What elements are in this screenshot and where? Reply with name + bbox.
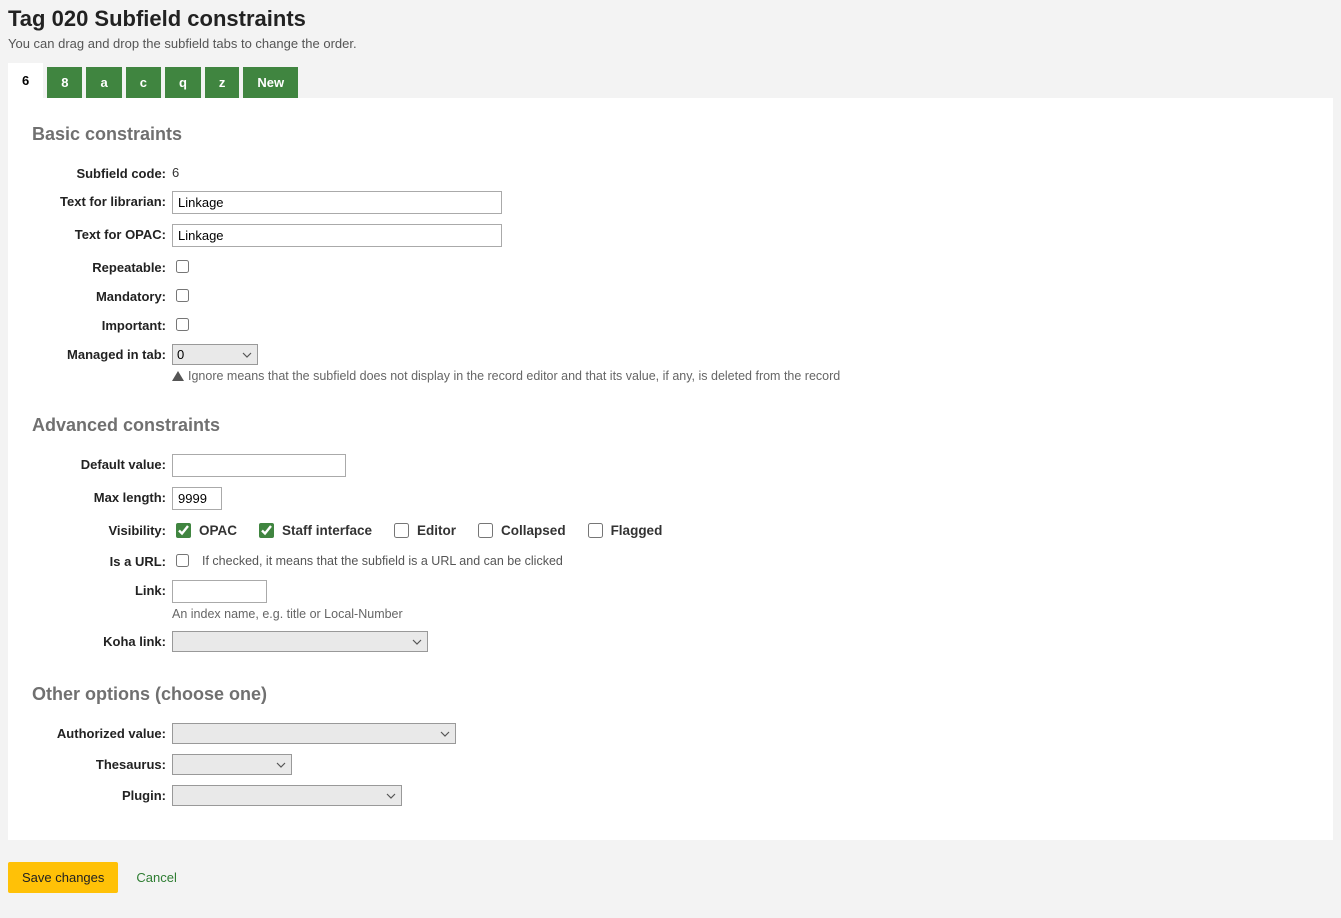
section-basic-title: Basic constraints xyxy=(32,124,1309,145)
thesaurus-select[interactable] xyxy=(172,754,292,775)
visibility-editor-checkbox[interactable] xyxy=(394,523,409,538)
subfield-code-label: Subfield code: xyxy=(32,163,172,181)
default-value-label: Default value: xyxy=(32,454,172,472)
managed-tab-select[interactable]: 0 xyxy=(172,344,258,365)
managed-tab-label: Managed in tab: xyxy=(32,344,172,362)
repeatable-label: Repeatable: xyxy=(32,257,172,275)
important-label: Important: xyxy=(32,315,172,333)
link-label: Link: xyxy=(32,580,172,598)
page-title: Tag 020 Subfield constraints xyxy=(8,6,1333,32)
text-librarian-label: Text for librarian: xyxy=(32,191,172,209)
page-subtitle: You can drag and drop the subfield tabs … xyxy=(8,36,1333,51)
plugin-label: Plugin: xyxy=(32,785,172,803)
koha-link-label: Koha link: xyxy=(32,631,172,649)
visibility-opac[interactable]: OPAC xyxy=(172,520,237,541)
visibility-flagged-label: Flagged xyxy=(611,523,663,538)
thesaurus-label: Thesaurus: xyxy=(32,754,172,772)
text-librarian-input[interactable] xyxy=(172,191,502,214)
visibility-opac-checkbox[interactable] xyxy=(176,523,191,538)
visibility-staff-label: Staff interface xyxy=(282,523,372,538)
save-button[interactable]: Save changes xyxy=(8,862,118,893)
mandatory-checkbox[interactable] xyxy=(176,289,189,302)
important-checkbox[interactable] xyxy=(176,318,189,331)
repeatable-checkbox[interactable] xyxy=(176,260,189,273)
tab-new[interactable]: New xyxy=(243,67,298,98)
visibility-staff[interactable]: Staff interface xyxy=(255,520,372,541)
visibility-staff-checkbox[interactable] xyxy=(259,523,274,538)
visibility-flagged[interactable]: Flagged xyxy=(584,520,663,541)
visibility-collapsed[interactable]: Collapsed xyxy=(474,520,566,541)
section-advanced-title: Advanced constraints xyxy=(32,415,1309,436)
default-value-input[interactable] xyxy=(172,454,346,477)
tab-8[interactable]: 8 xyxy=(47,67,82,98)
visibility-collapsed-label: Collapsed xyxy=(501,523,566,538)
authorized-value-label: Authorized value: xyxy=(32,723,172,741)
visibility-editor[interactable]: Editor xyxy=(390,520,456,541)
warning-icon xyxy=(172,371,184,381)
visibility-flagged-checkbox[interactable] xyxy=(588,523,603,538)
tab-q[interactable]: q xyxy=(165,67,201,98)
section-other-title: Other options (choose one) xyxy=(32,684,1309,705)
plugin-select[interactable] xyxy=(172,785,402,806)
visibility-label: Visibility: xyxy=(32,520,172,538)
text-opac-label: Text for OPAC: xyxy=(32,224,172,242)
max-length-label: Max length: xyxy=(32,487,172,505)
visibility-collapsed-checkbox[interactable] xyxy=(478,523,493,538)
cancel-link[interactable]: Cancel xyxy=(136,870,176,885)
is-url-checkbox[interactable] xyxy=(176,554,189,567)
tab-z[interactable]: z xyxy=(205,67,240,98)
link-input[interactable] xyxy=(172,580,267,603)
is-url-hint: If checked, it means that the subfield i… xyxy=(202,554,563,568)
max-length-input[interactable] xyxy=(172,487,222,510)
visibility-opac-label: OPAC xyxy=(199,523,237,538)
koha-link-select[interactable] xyxy=(172,631,428,652)
subfield-tabs: 6 8 a c q z New xyxy=(8,63,1333,98)
subfield-code-value: 6 xyxy=(172,163,179,180)
visibility-editor-label: Editor xyxy=(417,523,456,538)
tab-a[interactable]: a xyxy=(86,67,121,98)
is-url-label: Is a URL: xyxy=(32,551,172,569)
footer: Save changes Cancel xyxy=(0,848,1341,901)
mandatory-label: Mandatory: xyxy=(32,286,172,304)
link-hint: An index name, e.g. title or Local-Numbe… xyxy=(172,607,403,621)
managed-tab-hint: Ignore means that the subfield does not … xyxy=(188,369,840,383)
tab-6[interactable]: 6 xyxy=(8,63,43,98)
subfield-panel: Basic constraints Subfield code: 6 Text … xyxy=(8,98,1333,840)
text-opac-input[interactable] xyxy=(172,224,502,247)
tab-c[interactable]: c xyxy=(126,67,161,98)
authorized-value-select[interactable] xyxy=(172,723,456,744)
